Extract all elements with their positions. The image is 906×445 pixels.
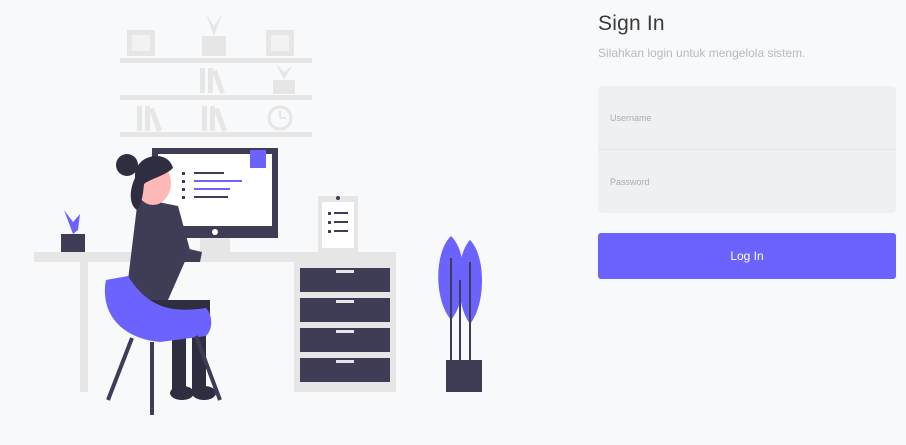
floor-plant	[438, 236, 482, 392]
wall-shelves	[120, 14, 312, 137]
desk	[34, 252, 396, 392]
page-title: Sign In	[598, 12, 665, 35]
credentials-form	[598, 86, 896, 213]
work-desk-illustration	[34, 14, 482, 415]
password-input[interactable]	[598, 150, 896, 213]
desk-plant	[61, 210, 85, 252]
login-panel: Sign In Silahkan login untuk mengelola s…	[598, 12, 896, 279]
username-input[interactable]	[598, 86, 896, 149]
login-button[interactable]: Log In	[598, 233, 896, 279]
page-subtitle: Silahkan login untuk mengelola sistem.	[598, 46, 806, 60]
document-clipboard	[318, 196, 358, 252]
